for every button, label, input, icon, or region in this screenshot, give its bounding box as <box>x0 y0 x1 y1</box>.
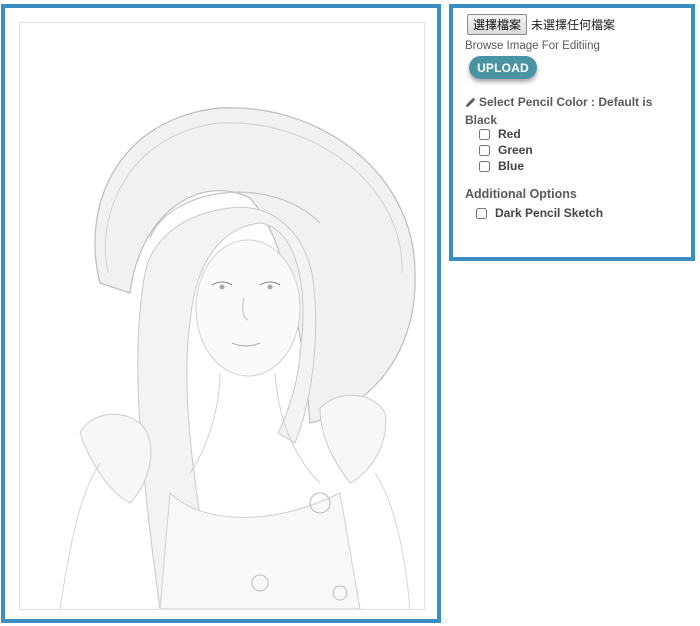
color-option-red[interactable]: Red <box>479 127 521 141</box>
color-option-label: Green <box>498 143 533 157</box>
pencil-color-header-text: Select Pencil Color : Default is Black <box>465 95 653 127</box>
color-option-label: Red <box>498 127 521 141</box>
file-chooser: 選擇檔案 未選擇任何檔案 <box>467 14 615 35</box>
pencil-icon <box>465 96 476 112</box>
additional-options-header: Additional Options <box>465 187 577 201</box>
file-status-text: 未選擇任何檔案 <box>531 18 616 32</box>
color-option-green[interactable]: Green <box>479 143 533 157</box>
blue-checkbox[interactable] <box>479 160 490 172</box>
upload-button[interactable]: UPLOAD <box>469 56 537 79</box>
dark-pencil-sketch-label: Dark Pencil Sketch <box>495 206 604 220</box>
controls-panel: 選擇檔案 未選擇任何檔案 Browse Image For Editiing U… <box>449 4 695 261</box>
browse-image-label: Browse Image For Editiing <box>465 40 600 52</box>
red-checkbox[interactable] <box>479 128 490 140</box>
color-option-blue[interactable]: Blue <box>479 159 524 173</box>
color-option-label: Blue <box>498 159 525 173</box>
dark-pencil-sketch-option[interactable]: Dark Pencil Sketch <box>476 206 603 220</box>
dark-pencil-sketch-checkbox[interactable] <box>476 207 487 219</box>
pencil-color-header: Select Pencil Color : Default is Black <box>465 94 665 128</box>
pencil-sketch-image <box>19 22 425 610</box>
image-preview-panel <box>1 4 441 623</box>
green-checkbox[interactable] <box>479 144 490 156</box>
choose-file-button[interactable]: 選擇檔案 <box>467 14 528 35</box>
